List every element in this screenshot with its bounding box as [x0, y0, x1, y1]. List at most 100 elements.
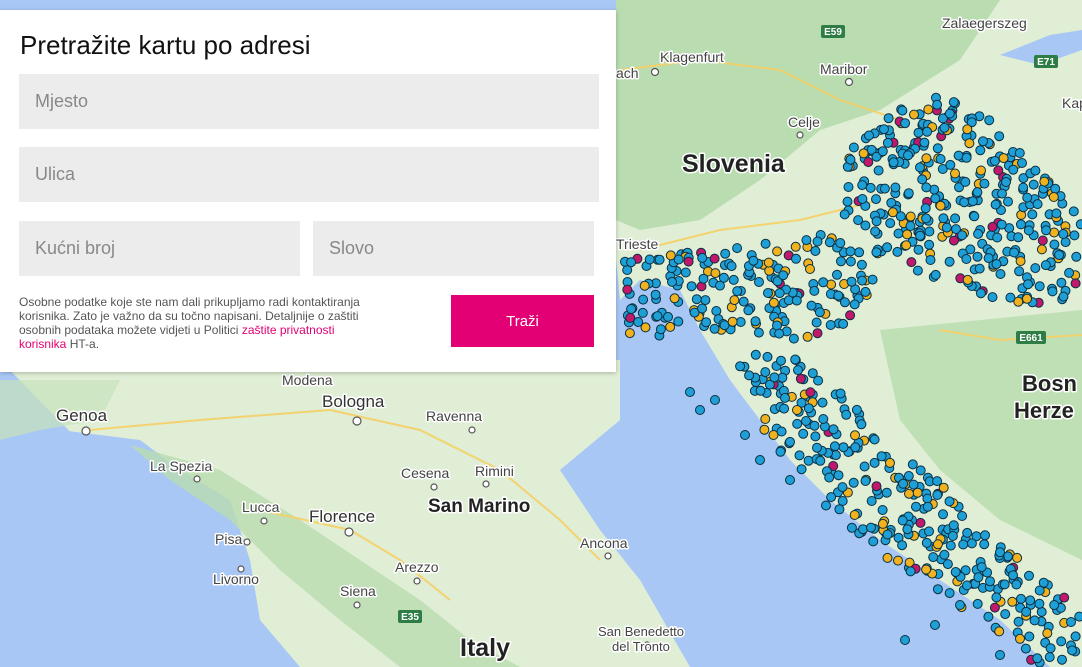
coverage-marker[interactable] [624, 328, 635, 339]
coverage-marker[interactable] [881, 487, 892, 498]
coverage-marker[interactable] [972, 251, 983, 262]
coverage-marker[interactable] [866, 496, 877, 506]
coverage-marker[interactable] [863, 157, 874, 168]
coverage-marker[interactable] [1051, 208, 1062, 219]
coverage-marker[interactable] [950, 213, 961, 224]
coverage-marker[interactable] [1067, 645, 1078, 656]
coverage-marker[interactable] [915, 230, 926, 241]
coverage-marker[interactable] [966, 538, 977, 549]
coverage-marker[interactable] [750, 349, 761, 360]
coverage-marker[interactable] [1009, 247, 1020, 258]
coverage-marker[interactable] [834, 504, 845, 515]
coverage-marker[interactable] [810, 246, 821, 256]
coverage-marker[interactable] [785, 436, 795, 447]
coverage-marker[interactable] [683, 256, 694, 267]
coverage-marker[interactable] [969, 211, 980, 222]
coverage-marker[interactable] [803, 455, 814, 466]
coverage-marker[interactable] [805, 264, 815, 274]
coverage-marker[interactable] [900, 118, 911, 129]
coverage-marker[interactable] [972, 187, 983, 198]
coverage-marker[interactable] [726, 261, 737, 272]
coverage-marker[interactable] [838, 318, 849, 329]
coverage-marker[interactable] [903, 188, 914, 199]
coverage-marker[interactable] [888, 157, 899, 168]
coverage-marker[interactable] [790, 241, 801, 252]
coverage-marker[interactable] [921, 213, 932, 224]
coverage-marker[interactable] [920, 203, 931, 214]
coverage-marker[interactable] [998, 153, 1009, 164]
coverage-marker[interactable] [622, 284, 633, 295]
coverage-marker[interactable] [769, 372, 780, 383]
coverage-marker[interactable] [957, 230, 968, 241]
coverage-marker[interactable] [836, 256, 846, 267]
coverage-marker[interactable] [794, 450, 805, 461]
coverage-marker[interactable] [905, 211, 916, 222]
coverage-marker[interactable] [814, 307, 825, 318]
coverage-marker[interactable] [897, 515, 908, 526]
coverage-marker[interactable] [973, 572, 984, 583]
coverage-marker[interactable] [697, 303, 708, 314]
coverage-marker[interactable] [974, 263, 985, 274]
coverage-marker[interactable] [960, 176, 971, 187]
coverage-marker[interactable] [791, 295, 802, 306]
coverage-marker[interactable] [1015, 256, 1026, 267]
coverage-marker[interactable] [932, 584, 943, 595]
coverage-marker[interactable] [1058, 291, 1069, 302]
coverage-marker[interactable] [838, 442, 849, 453]
coverage-marker[interactable] [817, 397, 828, 408]
coverage-marker[interactable] [997, 188, 1007, 199]
coverage-marker[interactable] [870, 226, 881, 237]
coverage-marker[interactable] [1049, 239, 1060, 250]
coverage-marker[interactable] [925, 255, 936, 265]
coverage-marker[interactable] [1038, 577, 1049, 588]
coverage-marker[interactable] [638, 294, 649, 305]
coverage-marker[interactable] [948, 520, 959, 531]
coverage-marker[interactable] [991, 259, 1002, 270]
coverage-marker[interactable] [938, 213, 949, 224]
coverage-marker[interactable] [989, 602, 1000, 613]
coverage-marker[interactable] [669, 293, 680, 304]
coverage-marker[interactable] [802, 331, 813, 342]
coverage-marker[interactable] [869, 434, 880, 445]
coverage-marker[interactable] [665, 321, 676, 332]
coverage-marker[interactable] [987, 292, 998, 303]
coverage-marker[interactable] [776, 426, 787, 437]
coverage-marker[interactable] [903, 150, 913, 161]
coverage-marker[interactable] [924, 226, 935, 237]
coverage-marker[interactable] [793, 365, 803, 376]
coverage-marker[interactable] [626, 257, 637, 268]
coverage-marker[interactable] [897, 540, 908, 551]
coverage-marker[interactable] [809, 285, 820, 296]
coverage-marker[interactable] [1024, 631, 1035, 642]
coverage-marker[interactable] [812, 236, 823, 247]
coverage-marker[interactable] [887, 207, 898, 218]
coverage-marker[interactable] [811, 317, 822, 328]
coverage-marker[interactable] [915, 465, 926, 476]
coverage-marker[interactable] [989, 156, 1000, 166]
coverage-marker[interactable] [1074, 611, 1082, 622]
coverage-marker[interactable] [1056, 636, 1067, 647]
coverage-marker[interactable] [650, 289, 661, 300]
coverage-marker[interactable] [640, 322, 651, 333]
coverage-marker[interactable] [812, 442, 822, 453]
coverage-marker[interactable] [1040, 260, 1051, 271]
coverage-marker[interactable] [839, 209, 850, 220]
coverage-marker[interactable] [992, 232, 1003, 243]
coverage-marker[interactable] [999, 579, 1010, 590]
coverage-marker[interactable] [991, 592, 1002, 603]
coverage-marker[interactable] [698, 273, 709, 284]
coverage-marker[interactable] [1008, 164, 1019, 175]
coverage-marker[interactable] [809, 420, 820, 431]
coverage-marker[interactable] [893, 555, 903, 566]
coverage-marker[interactable] [932, 143, 943, 154]
coverage-marker[interactable] [867, 274, 878, 285]
coverage-marker[interactable] [837, 482, 848, 493]
coverage-marker[interactable] [964, 138, 975, 149]
coverage-marker[interactable] [854, 247, 865, 258]
coverage-marker[interactable] [1007, 596, 1018, 607]
coverage-marker[interactable] [654, 254, 665, 265]
coverage-marker[interactable] [1054, 250, 1065, 260]
coverage-marker[interactable] [835, 388, 846, 399]
coverage-marker[interactable] [962, 274, 973, 285]
coverage-marker[interactable] [928, 552, 939, 563]
